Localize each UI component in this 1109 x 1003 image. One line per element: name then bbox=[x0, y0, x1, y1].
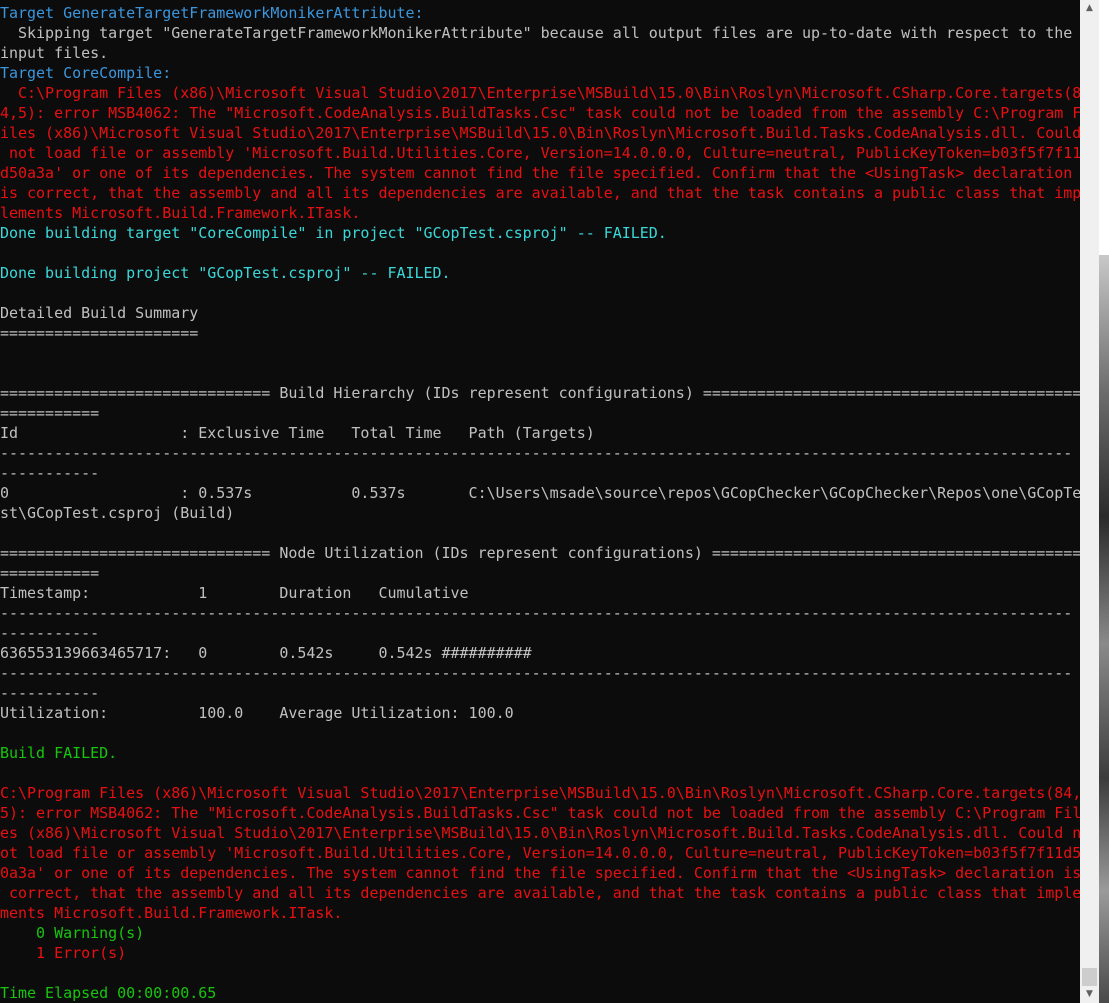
console-line: Build FAILED. bbox=[0, 744, 118, 762]
console-line: iles (x86)\Microsoft Visual Studio\2017\… bbox=[0, 124, 1080, 142]
console-line: d50a3a' or one of its dependencies. The … bbox=[0, 164, 1073, 182]
console-line: ============================== Build Hie… bbox=[0, 384, 1080, 402]
console-line: Id : Exclusive Time Total Time Path (Tar… bbox=[0, 424, 595, 442]
console-line: 0 : 0.537s 0.537s C:\Users\msade\source\… bbox=[0, 484, 1080, 502]
console-line: 1 Error(s) bbox=[0, 944, 127, 962]
console-line: 0 Warning(s) bbox=[0, 924, 145, 942]
console-line: 636553139663465717: 0 0.542s 0.542s ####… bbox=[0, 644, 532, 662]
console-line: ments Microsoft.Build.Framework.ITask. bbox=[0, 904, 343, 922]
scrollbar-thumb[interactable] bbox=[1082, 968, 1097, 986]
console-line: 0a3a' or one of its dependencies. The sy… bbox=[0, 864, 1080, 882]
console-line: Utilization: 100.0 Average Utilization: … bbox=[0, 704, 514, 722]
vertical-scrollbar[interactable]: ▲ ▼ bbox=[1080, 0, 1099, 1003]
console-line: Time Elapsed 00:00:00.65 bbox=[0, 984, 217, 1002]
console-line: =========== bbox=[0, 404, 100, 422]
console-line: Target CoreCompile: bbox=[0, 64, 172, 82]
console-line: input files. bbox=[0, 44, 109, 62]
console-line: =========== bbox=[0, 564, 100, 582]
console-line: ----------- bbox=[0, 624, 100, 642]
console-line: is correct, that the assembly and all it… bbox=[0, 184, 1080, 202]
console-line: ----------- bbox=[0, 684, 100, 702]
console-line: st\GCopTest.csproj (Build) bbox=[0, 504, 235, 522]
console-line: correct, that the assembly and all its d… bbox=[0, 884, 1080, 902]
console-line: Done building project "GCopTest.csproj" … bbox=[0, 264, 451, 282]
console-line: 5): error MSB4062: The "Microsoft.CodeAn… bbox=[0, 804, 1080, 822]
console-line: Timestamp: 1 Duration Cumulative bbox=[0, 584, 469, 602]
console-line: lements Microsoft.Build.Framework.ITask. bbox=[0, 204, 361, 222]
triangle-down-icon: ▼ bbox=[1086, 989, 1093, 999]
console-line: ============================== Node Util… bbox=[0, 544, 1080, 562]
console-window[interactable]: Target GenerateTargetFrameworkMonikerAtt… bbox=[0, 0, 1080, 1003]
console-line: C:\Program Files (x86)\Microsoft Visual … bbox=[0, 784, 1080, 802]
scroll-up-button[interactable]: ▲ bbox=[1080, 0, 1099, 17]
console-line: ====================== bbox=[0, 324, 199, 342]
triangle-up-icon: ▲ bbox=[1086, 3, 1093, 13]
console-line: Skipping target "GenerateTargetFramework… bbox=[0, 24, 1073, 42]
console-line: ----------------------------------------… bbox=[0, 664, 1073, 682]
console-line: not load file or assembly 'Microsoft.Bui… bbox=[0, 144, 1080, 162]
scroll-down-button[interactable]: ▼ bbox=[1080, 986, 1099, 1003]
console-line: Detailed Build Summary bbox=[0, 304, 199, 322]
console-line: ----------- bbox=[0, 464, 100, 482]
console-line: ot load file or assembly 'Microsoft.Buil… bbox=[0, 844, 1080, 862]
desktop-wallpaper-image bbox=[1099, 255, 1109, 1003]
console-line: Done building target "CoreCompile" in pr… bbox=[0, 224, 667, 242]
console-line: 4,5): error MSB4062: The "Microsoft.Code… bbox=[0, 104, 1080, 122]
console-line: ----------------------------------------… bbox=[0, 604, 1073, 622]
console-line: C:\Program Files (x86)\Microsoft Visual … bbox=[0, 84, 1080, 102]
console-line: es (x86)\Microsoft Visual Studio\2017\En… bbox=[0, 824, 1080, 842]
console-line: Target GenerateTargetFrameworkMonikerAtt… bbox=[0, 4, 424, 22]
console-line: ----------------------------------------… bbox=[0, 444, 1073, 462]
